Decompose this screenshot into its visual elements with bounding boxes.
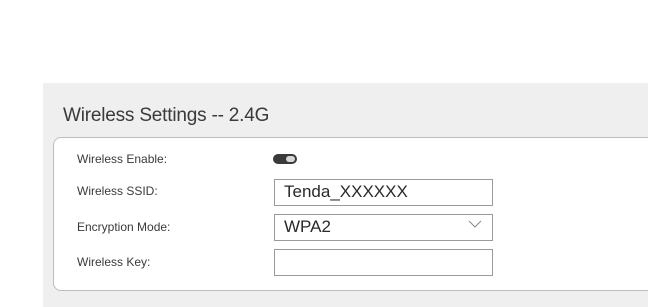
wireless-settings-panel: Wireless Settings -- 2.4G Wireless Enabl… <box>43 83 648 307</box>
wireless-settings-form: Wireless Enable: Wireless SSID: Tenda_XX… <box>53 137 648 291</box>
wireless-key-input[interactable] <box>274 249 493 276</box>
wireless-ssid-label: Wireless SSID: <box>77 184 158 198</box>
toggle-switch-icon <box>286 156 295 162</box>
encryption-mode-value: WPA2 <box>284 217 331 236</box>
panel-title: Wireless Settings -- 2.4G <box>63 105 270 126</box>
encryption-mode-select[interactable]: WPA2 <box>274 214 493 241</box>
wireless-enable-label: Wireless Enable: <box>77 152 168 166</box>
wireless-enable-toggle[interactable] <box>273 154 297 164</box>
wireless-key-label: Wireless Key: <box>77 255 151 269</box>
wireless-ssid-input[interactable]: Tenda_XXXXXX <box>274 179 493 206</box>
chevron-down-icon <box>468 220 482 228</box>
encryption-mode-label: Encryption Mode: <box>77 220 171 234</box>
